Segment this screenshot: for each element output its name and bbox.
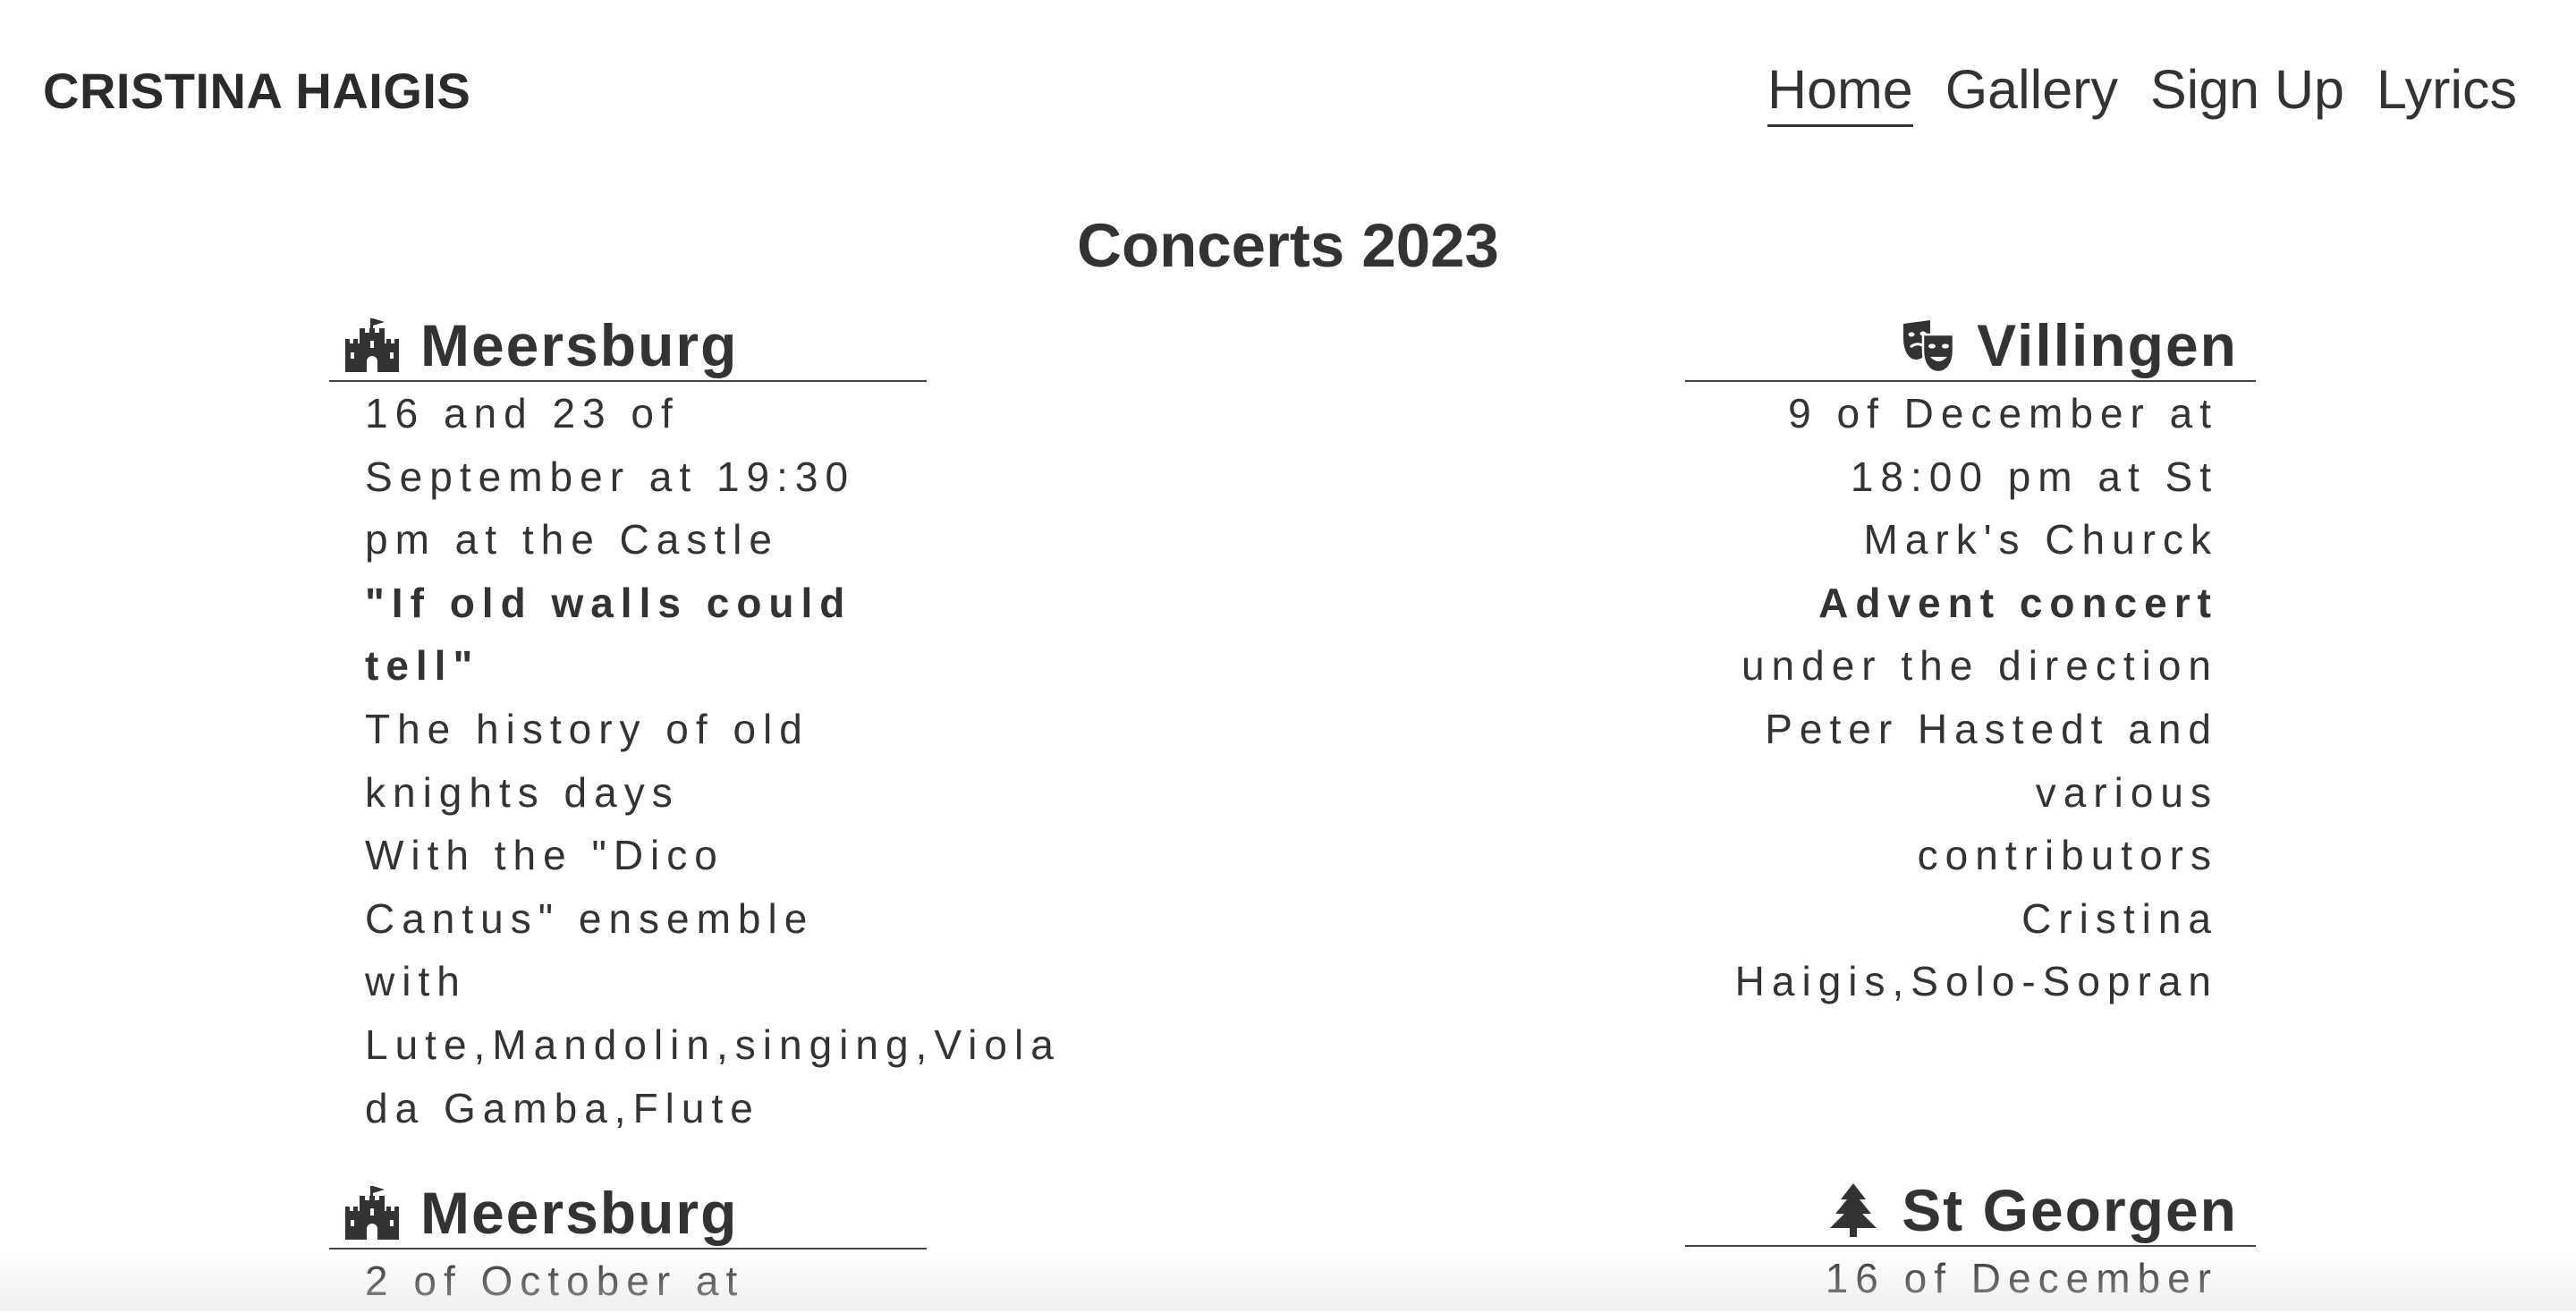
concert-heading: Villingen <box>1685 312 2256 382</box>
concert-card-meersburg-2: Meersburg 2 of October at <box>329 1180 927 1313</box>
concert-line: da Gamba,Flute <box>365 1084 760 1131</box>
concert-card-meersburg-1: Meersburg 16 and 23 of September at 19:3… <box>329 312 1061 1139</box>
concert-line: 18:00 pm at St <box>1850 453 2218 500</box>
concert-line: The history of old <box>365 705 809 752</box>
concert-line: With the "Dico <box>365 832 724 879</box>
concert-line: pm at the Castle <box>365 516 779 563</box>
concert-line: contributors <box>1917 832 2218 879</box>
concert-line: 9 of December at <box>1788 390 2218 436</box>
concert-line: Haigis,Solo-Sopran <box>1734 958 2218 1005</box>
site-brand[interactable]: CRISTINA HAIGIS <box>43 66 470 116</box>
concert-line: September at 19:30 <box>365 453 856 500</box>
concert-details: 9 of December at 18:00 pm at St Mark's C… <box>1685 382 2256 1013</box>
nav-home[interactable]: Home <box>1767 63 1913 127</box>
concert-card-st-georgen: St Georgen 16 of December <box>1685 1177 2256 1310</box>
castle-icon <box>343 1184 401 1241</box>
concert-line: 2 of October at <box>365 1258 745 1304</box>
theater-masks-icon <box>1900 317 1957 374</box>
concert-city: Villingen <box>1977 312 2238 378</box>
nav-gallery[interactable]: Gallery <box>1945 63 2118 127</box>
concert-heading: Meersburg <box>329 1180 927 1249</box>
concert-line: Cantus" ensemble <box>365 894 815 942</box>
concert-line: 16 of December <box>1825 1255 2218 1301</box>
page-title: Concerts 2023 <box>1077 211 1499 280</box>
concert-card-villingen: Villingen 9 of December at 18:00 pm at S… <box>1685 312 2256 1013</box>
concert-line: Peter Hastedt and <box>1765 705 2218 752</box>
concert-program-title: Advent concert <box>1818 579 2218 626</box>
concert-line: Lute,Mandolin,singing,Viola <box>365 1021 1061 1068</box>
concert-line: with <box>365 958 467 1005</box>
concert-program-title: "If old walls could <box>365 579 852 626</box>
concert-heading: Meersburg <box>329 312 927 382</box>
concert-line: under the direction <box>1741 642 2218 690</box>
concert-details: 16 and 23 of September at 19:30 pm at th… <box>329 382 1061 1139</box>
concert-line: various <box>2035 768 2218 816</box>
main-nav: Home Gallery Sign Up Lyrics <box>1767 63 2517 127</box>
concert-line: knights days <box>365 768 680 816</box>
concert-line: Cristina <box>2021 894 2218 942</box>
concert-line: 16 and 23 of <box>365 390 680 436</box>
nav-lyrics[interactable]: Lyrics <box>2377 63 2517 127</box>
concert-line: Mark's Churck <box>1863 516 2218 563</box>
concert-details: 16 of December <box>1685 1247 2256 1310</box>
concert-details: 2 of October at <box>329 1249 927 1313</box>
tree-icon <box>1825 1182 1882 1239</box>
concert-program-title: tell" <box>365 642 480 690</box>
concert-city: St Georgen <box>1902 1177 2238 1243</box>
concert-city: Meersburg <box>420 1180 739 1246</box>
concert-city: Meersburg <box>420 312 739 378</box>
nav-sign-up[interactable]: Sign Up <box>2150 63 2344 127</box>
concert-heading: St Georgen <box>1685 1177 2256 1247</box>
castle-icon <box>343 317 401 374</box>
